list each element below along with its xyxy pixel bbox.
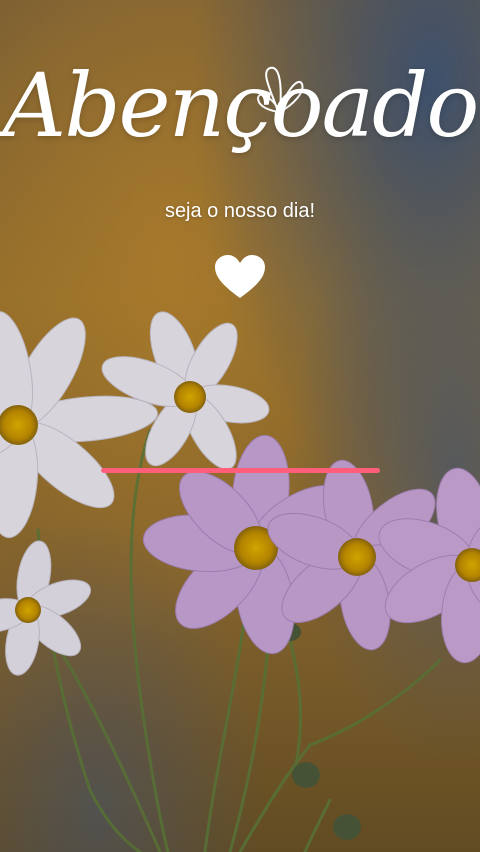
greeting-subtitle: seja o nosso dia! bbox=[164, 200, 316, 222]
story-progress-bar bbox=[101, 468, 380, 473]
heart-icon[interactable] bbox=[213, 254, 267, 300]
story-screen[interactable]: Abençoado seja o nosso dia! bbox=[0, 0, 480, 852]
story-progress-fill bbox=[101, 468, 380, 473]
greeting-title: Abençoado bbox=[2, 54, 480, 157]
